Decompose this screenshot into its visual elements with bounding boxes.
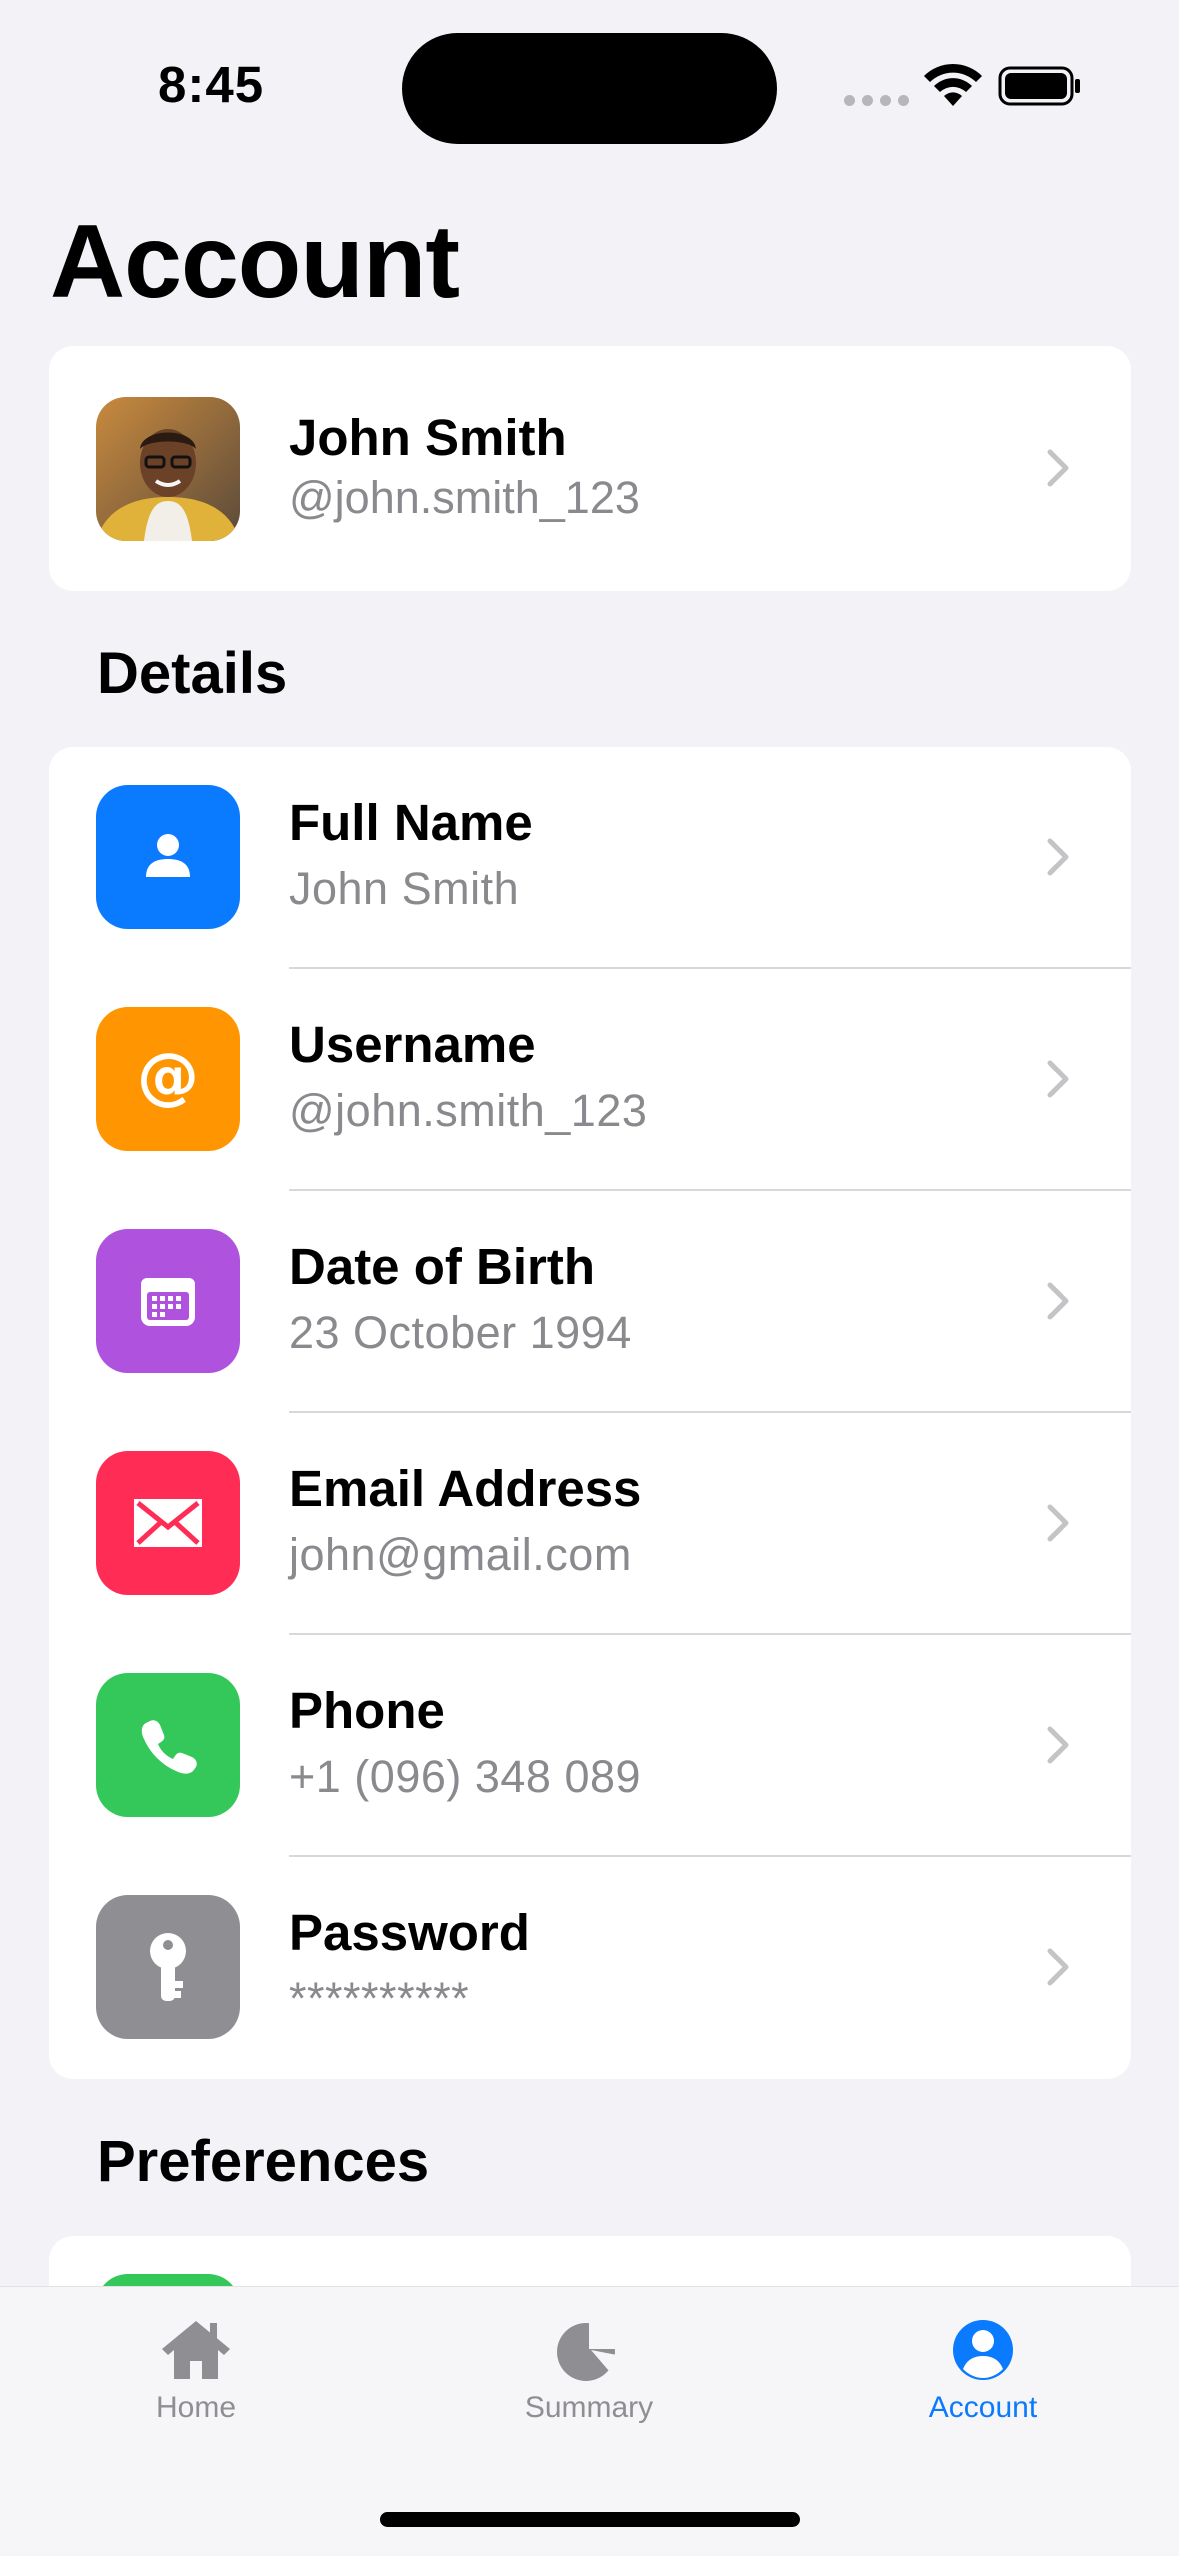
tab-label: Home	[155, 2391, 237, 2424]
profile-card[interactable]: John Smith @john.smith_123	[49, 346, 1131, 591]
detail-value: John Smith	[289, 863, 520, 914]
phone-icon	[96, 1673, 240, 1817]
calendar-icon	[96, 1229, 240, 1373]
wifi-icon	[924, 63, 982, 106]
section-header-details: Details	[97, 641, 288, 706]
detail-row-full-name[interactable]: Full Name John Smith	[49, 747, 1131, 969]
page-title: Account	[50, 204, 460, 320]
detail-value: john@gmail.com	[289, 1529, 632, 1580]
detail-title: Password	[289, 1904, 530, 1961]
detail-row-date-of-birth[interactable]: Date of Birth 23 October 1994	[49, 1191, 1131, 1413]
tab-label: Account	[928, 2391, 1038, 2424]
detail-row-username[interactable]: @ Username @john.smith_123	[49, 969, 1131, 1191]
at-sign-icon: @	[96, 1007, 240, 1151]
detail-value: @john.smith_123	[289, 1085, 648, 1136]
detail-row-email-address[interactable]: Email Address john@gmail.com	[49, 1413, 1131, 1635]
avatar	[96, 397, 240, 541]
tab-account[interactable]: Account	[853, 2317, 1113, 2425]
tab-summary[interactable]: Summary	[459, 2317, 719, 2425]
detail-title: Email Address	[289, 1460, 642, 1517]
person-icon	[96, 785, 240, 929]
account-screen: 8:45 Account John Smith @john.smith_123 …	[0, 0, 1179, 2556]
tab-label: Summary	[524, 2391, 654, 2424]
house-icon	[162, 2321, 230, 2379]
status-time: 8:45	[158, 56, 265, 113]
battery-icon	[998, 66, 1080, 106]
detail-row-password[interactable]: Password **********	[49, 1857, 1131, 2079]
svg-text:@: @	[137, 1043, 199, 1112]
section-header-preferences: Preferences	[97, 2129, 430, 2194]
profile-handle: @john.smith_123	[289, 472, 640, 523]
chevron-right-icon	[1047, 1282, 1069, 1320]
chevron-right-icon	[1047, 1504, 1069, 1542]
person-circle-icon	[953, 2320, 1013, 2380]
detail-value: **********	[289, 1973, 470, 2024]
chevron-right-icon	[1047, 449, 1069, 487]
detail-row-phone[interactable]: Phone +1 (096) 348 089	[49, 1635, 1131, 1857]
detail-title: Full Name	[289, 794, 533, 851]
detail-value: 23 October 1994	[289, 1307, 632, 1358]
detail-value: +1 (096) 348 089	[289, 1751, 642, 1802]
chevron-right-icon	[1047, 1060, 1069, 1098]
key-icon	[96, 1895, 240, 2039]
detail-title: Phone	[289, 1682, 445, 1739]
envelope-icon	[96, 1451, 240, 1595]
details-card: Full Name John Smith @ Username @john.sm…	[49, 747, 1131, 2079]
home-indicator	[380, 2512, 800, 2527]
cellular-signal-icon	[844, 95, 909, 106]
profile-name: John Smith	[289, 409, 567, 466]
detail-title: Date of Birth	[289, 1238, 595, 1295]
dynamic-island	[402, 33, 777, 144]
chevron-right-icon	[1047, 1726, 1069, 1764]
pie-chart-icon	[557, 2321, 619, 2381]
detail-title: Username	[289, 1016, 536, 1073]
tab-home[interactable]: Home	[66, 2317, 326, 2425]
chevron-right-icon	[1047, 838, 1069, 876]
chevron-right-icon	[1047, 1948, 1069, 1986]
